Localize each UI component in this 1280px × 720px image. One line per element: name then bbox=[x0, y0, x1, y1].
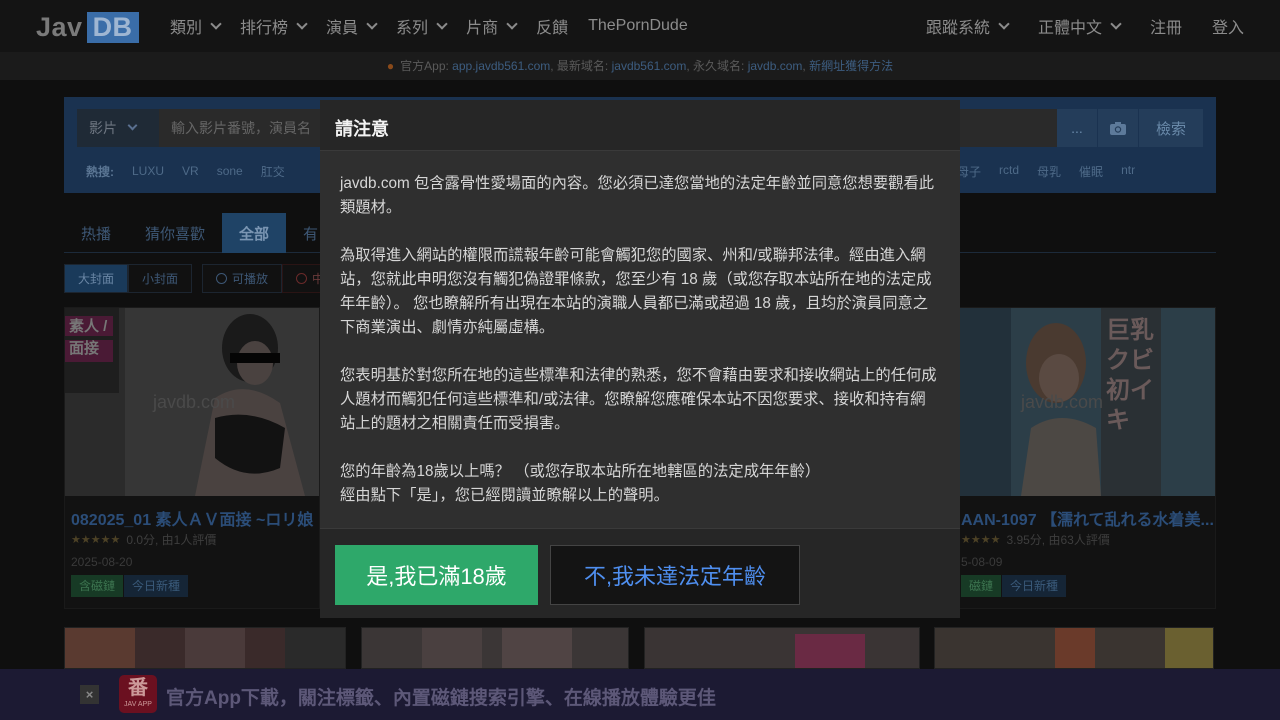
disclaimer-paragraph: 您表明基於對您所在地的這些標準和法律的熟悉，您不會藉由要求和接收網站上的任何成人… bbox=[340, 367, 937, 432]
deny-age-button[interactable]: 不,我未達法定年齡 bbox=[550, 545, 800, 605]
disclaimer-paragraph: 為取得進入網站的權限而謊報年齡可能會觸犯您的國家、州和/或聯邦法律。經由進入網站… bbox=[340, 247, 932, 336]
modal-title: 請注意 bbox=[335, 119, 389, 139]
age-question: 您的年齡為18歲以上嗎？ （或您存取本站所在地轄區的法定成年年齡） 經由點下「是」… bbox=[340, 460, 940, 508]
modal-header: 請注意 bbox=[320, 100, 960, 151]
age-confirm-text: 經由點下「是」，您已經閱讀並瞭解以上的聲明。 bbox=[340, 487, 669, 504]
disclaimer-paragraph: javdb.com 包含露骨性愛場面的內容。您必須已達您當地的法定年齡並同意您想… bbox=[340, 175, 935, 216]
modal-body: javdb.com 包含露骨性愛場面的內容。您必須已達您當地的法定年齡並同意您想… bbox=[340, 172, 940, 508]
confirm-age-button[interactable]: 是,我已滿18歲 bbox=[335, 545, 538, 605]
age-question-text: 您的年齡為18歲以上嗎？ （或您存取本站所在地轄區的法定成年年齡） bbox=[340, 463, 821, 480]
age-verification-modal: 請注意 javdb.com 包含露骨性愛場面的內容。您必須已達您當地的法定年齡並… bbox=[320, 100, 960, 618]
modal-footer: 是,我已滿18歲 不,我未達法定年齡 bbox=[320, 528, 960, 618]
